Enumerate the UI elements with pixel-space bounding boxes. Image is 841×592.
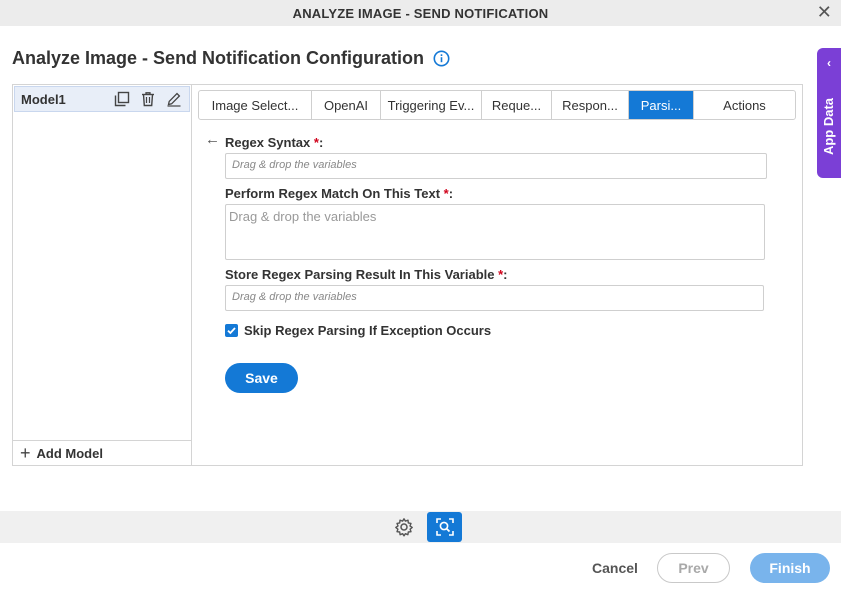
skip-exception-label: Skip Regex Parsing If Exception Occurs xyxy=(244,323,492,338)
configuration-panel: Model1 + Add Model Image Select... OpenA… xyxy=(12,84,803,466)
footer-toolbar xyxy=(0,511,841,543)
model-name: Model1 xyxy=(21,91,66,107)
store-result-input[interactable]: Drag & drop the variables xyxy=(225,285,764,311)
regex-syntax-label: Regex Syntax *: xyxy=(225,135,324,150)
store-result-label: Store Regex Parsing Result In This Varia… xyxy=(225,267,508,282)
pencil-icon[interactable] xyxy=(165,90,183,108)
info-icon[interactable] xyxy=(433,50,450,67)
parsing-form: Image Select... OpenAI Triggering Ev... … xyxy=(193,85,802,465)
tab-parsing[interactable]: Parsi... xyxy=(629,91,694,119)
model-item[interactable]: Model1 xyxy=(14,86,190,112)
page-title-row: Analyze Image - Send Notification Config… xyxy=(12,48,450,69)
tab-openai[interactable]: OpenAI xyxy=(312,91,381,119)
duplicate-icon[interactable] xyxy=(113,90,131,108)
close-icon[interactable]: ✕ xyxy=(817,3,832,21)
add-model-label: Add Model xyxy=(36,445,103,461)
tab-request[interactable]: Reque... xyxy=(482,91,552,119)
cancel-button[interactable]: Cancel xyxy=(587,554,643,582)
skip-exception-checkbox[interactable] xyxy=(225,324,238,337)
tab-image-select[interactable]: Image Select... xyxy=(199,91,312,119)
add-model-button[interactable]: + Add Model xyxy=(13,440,191,465)
tab-bar: Image Select... OpenAI Triggering Ev... … xyxy=(198,90,796,120)
tab-response[interactable]: Respon... xyxy=(552,91,629,119)
finish-button[interactable]: Finish xyxy=(750,553,830,583)
match-text-textarea[interactable]: Drag & drop the variables xyxy=(225,204,765,260)
app-data-tab[interactable]: ‹ App Data xyxy=(817,48,841,178)
window-title: ANALYZE IMAGE - SEND NOTIFICATION xyxy=(292,5,549,21)
save-button[interactable]: Save xyxy=(225,363,298,393)
tab-actions[interactable]: Actions xyxy=(694,91,795,119)
gear-icon[interactable] xyxy=(393,515,415,539)
window-titlebar: ANALYZE IMAGE - SEND NOTIFICATION ✕ xyxy=(0,0,841,26)
model-list: Model1 + Add Model xyxy=(13,85,192,465)
plus-icon: + xyxy=(20,443,31,463)
page-title: Analyze Image - Send Notification Config… xyxy=(12,48,425,68)
trash-icon[interactable] xyxy=(139,90,157,108)
image-analyze-icon[interactable] xyxy=(427,512,462,542)
regex-syntax-input[interactable]: Drag & drop the variables xyxy=(225,153,767,179)
tab-triggering-events[interactable]: Triggering Ev... xyxy=(381,91,482,119)
skip-exception-row: Skip Regex Parsing If Exception Occurs xyxy=(225,323,491,338)
app-data-label: App Data xyxy=(821,97,837,155)
match-text-label: Perform Regex Match On This Text *: xyxy=(225,186,454,201)
back-arrow-icon[interactable]: ← xyxy=(205,131,220,148)
prev-button[interactable]: Prev xyxy=(657,553,730,583)
